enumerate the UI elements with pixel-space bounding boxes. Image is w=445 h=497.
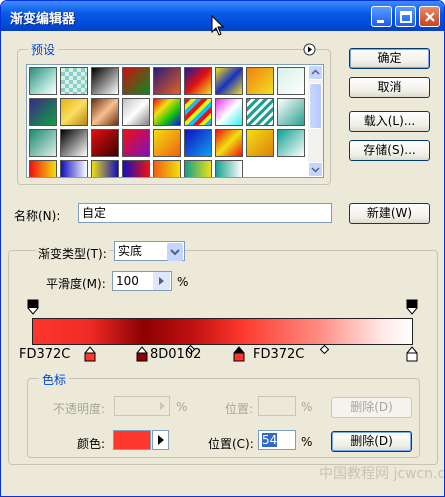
chevron-right-icon [159, 277, 164, 285]
chevron-right-icon [158, 435, 164, 445]
chevron-right-icon [160, 402, 165, 410]
preset-swatch[interactable] [246, 98, 274, 126]
preset-swatch[interactable] [122, 67, 150, 95]
preset-swatch[interactable] [29, 129, 57, 157]
minimize-icon [377, 20, 384, 23]
preset-swatch[interactable] [122, 160, 150, 177]
save-button[interactable]: 存储(S)... [349, 140, 430, 161]
opacity-location-label: 位置: [225, 402, 254, 416]
opacity-location-unit: % [301, 400, 313, 414]
scroll-up-button[interactable] [308, 65, 323, 80]
preset-swatch[interactable] [29, 98, 57, 126]
location-label: 位置(C): [208, 437, 254, 451]
location-input[interactable]: 54 [258, 430, 296, 450]
preset-swatch[interactable] [60, 160, 88, 177]
preset-swatch[interactable] [91, 67, 119, 95]
location-value: 54 [262, 433, 278, 447]
stops-group-label: 色标 [39, 371, 70, 388]
delete-opacity-button[interactable]: 删除(D) [331, 397, 412, 418]
preset-swatch[interactable] [215, 98, 243, 126]
color-swatch[interactable] [113, 430, 151, 450]
color-label: 颜色: [77, 437, 106, 451]
presets-menu-icon[interactable] [303, 43, 316, 56]
preset-swatch[interactable] [215, 67, 243, 95]
preset-swatch[interactable] [91, 160, 119, 177]
preset-swatch[interactable] [184, 160, 212, 177]
smoothness-slider-button[interactable] [153, 272, 170, 290]
preset-swatch[interactable] [184, 129, 212, 157]
new-button[interactable]: 新建(W) [349, 203, 430, 224]
color-stop-1[interactable] [84, 346, 96, 362]
gradient-type-select[interactable]: 实底 [114, 241, 185, 261]
opacity-stop-right[interactable] [406, 299, 418, 315]
maximize-button[interactable] [395, 6, 416, 27]
close-icon [425, 12, 435, 22]
preset-swatch[interactable] [153, 67, 181, 95]
window-title: 渐变编辑器 [10, 12, 76, 27]
preset-swatch[interactable] [184, 98, 212, 126]
cursor-icon [211, 15, 225, 36]
stop-label-3: FD372C [253, 347, 305, 362]
smoothness-unit: % [177, 275, 189, 289]
preset-swatch[interactable] [215, 160, 243, 177]
gradient-type-dropdown[interactable] [167, 243, 183, 261]
color-stop-3-selected[interactable] [233, 346, 245, 362]
opacity-stop-left[interactable] [27, 299, 39, 315]
opacity-label: 不透明度: [53, 402, 106, 416]
gradient-editor-window: 渐变编辑器 预设 确定 取消 载入(L)... 存储(S)... 名称(N): … [0, 0, 445, 497]
cancel-button[interactable]: 取消 [349, 77, 430, 98]
preset-swatch[interactable] [184, 67, 212, 95]
location-unit: % [301, 435, 313, 449]
preset-swatch[interactable] [122, 129, 150, 157]
minimize-button[interactable] [371, 6, 392, 27]
preset-swatch[interactable] [91, 129, 119, 157]
preset-swatch[interactable] [122, 98, 150, 126]
color-menu-button[interactable] [152, 430, 169, 450]
name-label: 名称(N): [14, 209, 61, 223]
chevron-down-icon [170, 249, 180, 256]
presets-label: 预设 [28, 41, 59, 58]
color-stop-2[interactable] [136, 346, 148, 362]
preset-scrollbar[interactable] [308, 65, 323, 177]
scroll-down-icon [311, 167, 320, 173]
watermark: 中国教程网 jcwcn.com [319, 466, 445, 482]
preset-swatch[interactable] [60, 67, 88, 95]
preset-swatch[interactable] [153, 160, 181, 177]
scroll-up-icon [311, 69, 320, 75]
color-stop-4[interactable] [406, 346, 418, 362]
stop-label-2: 8D0102 [150, 347, 202, 362]
opacity-unit: % [176, 400, 188, 414]
opacity-location-input[interactable] [258, 396, 296, 416]
ok-button[interactable]: 确定 [349, 48, 430, 69]
preset-swatch[interactable] [60, 129, 88, 157]
preset-swatch[interactable] [29, 67, 57, 95]
preset-swatch[interactable] [215, 129, 243, 157]
preset-swatch[interactable] [153, 129, 181, 157]
preset-swatch[interactable] [277, 67, 305, 95]
preset-swatch[interactable] [277, 129, 305, 157]
delete-color-button[interactable]: 删除(D) [331, 431, 412, 452]
scroll-down-button[interactable] [308, 162, 323, 177]
name-input[interactable]: 自定 [78, 203, 332, 223]
gradient-type-value: 实底 [118, 244, 143, 258]
preset-swatch[interactable] [91, 98, 119, 126]
preset-swatch[interactable] [29, 160, 57, 177]
preset-swatch[interactable] [277, 98, 305, 126]
preset-swatch[interactable] [60, 98, 88, 126]
smoothness-label: 平滑度(M): [46, 277, 106, 291]
load-button[interactable]: 载入(L)... [349, 111, 430, 132]
midpoint-diamond[interactable] [320, 345, 329, 354]
preset-swatch[interactable] [246, 129, 274, 157]
preset-swatch-panel[interactable] [26, 64, 324, 178]
stop-label-1: FD372C [19, 347, 71, 362]
opacity-input[interactable] [114, 396, 170, 416]
scroll-thumb[interactable] [309, 83, 322, 129]
close-button[interactable] [419, 6, 440, 27]
preset-swatch[interactable] [246, 67, 274, 95]
gradient-preview-bar[interactable] [32, 318, 413, 345]
maximize-icon [400, 11, 412, 23]
gradient-type-label: 渐变类型(T): [36, 245, 109, 262]
preset-swatch[interactable] [153, 98, 181, 126]
